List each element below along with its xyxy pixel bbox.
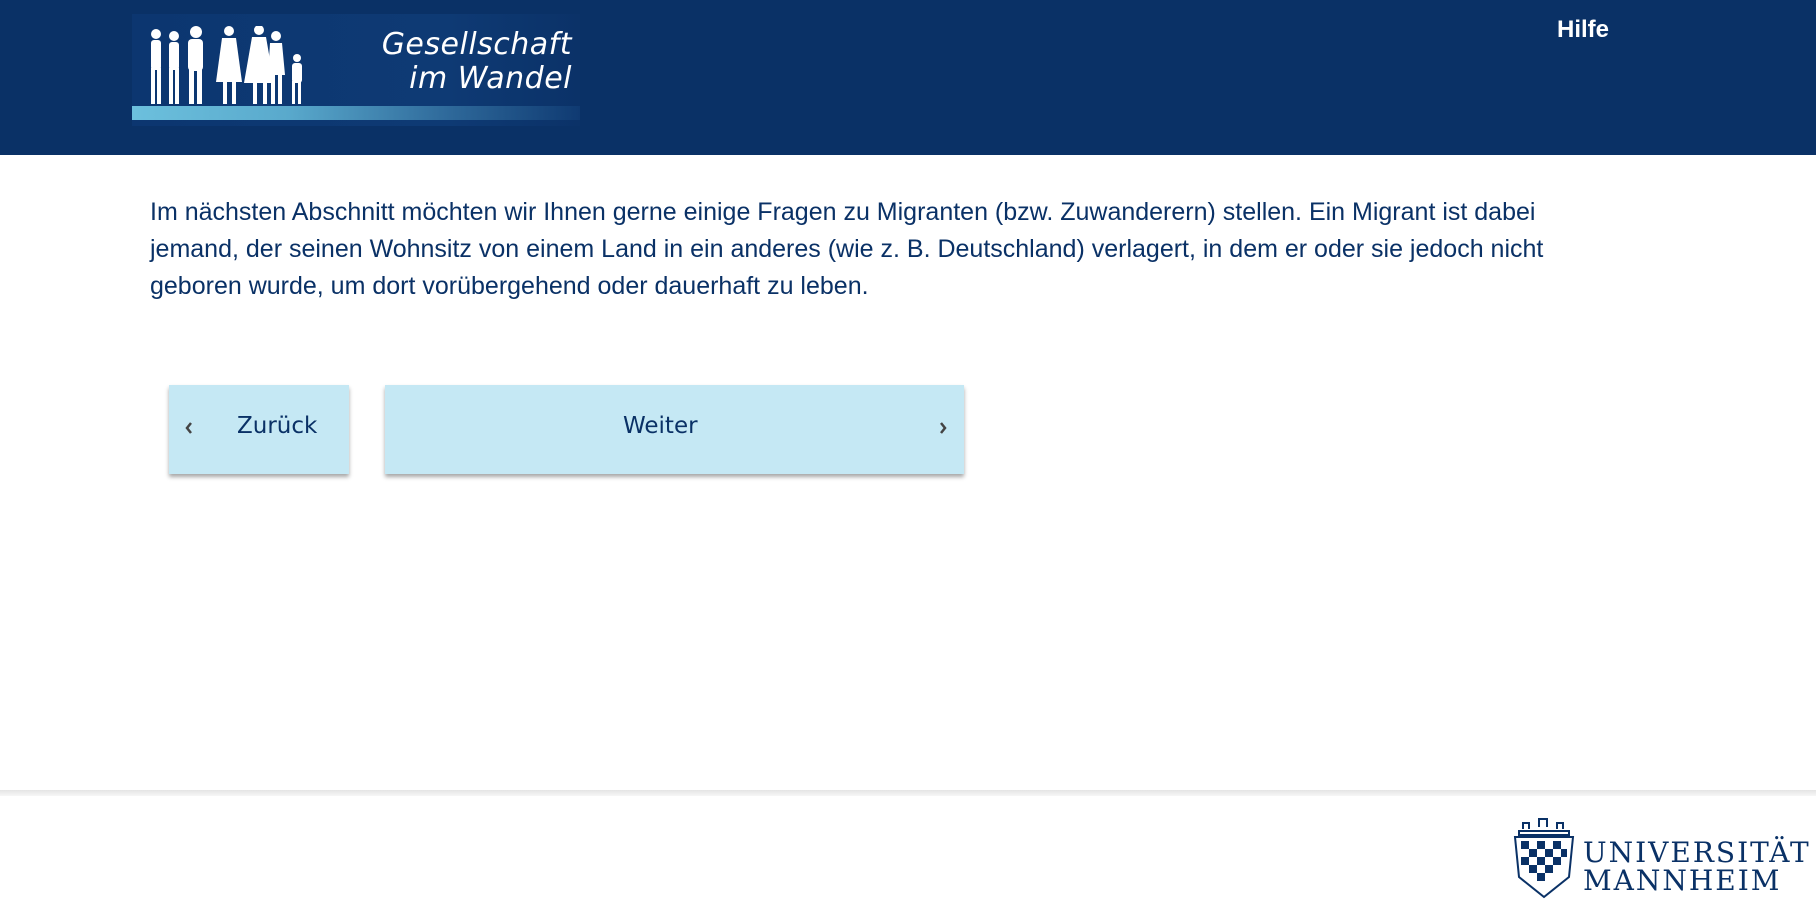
mannheim-crest-icon xyxy=(1513,818,1575,899)
footer-divider xyxy=(0,790,1816,796)
universitaet-mannheim-logo: UNIVERSITÄT MANNHEIM xyxy=(1505,815,1811,903)
back-button-label: Zurück xyxy=(237,413,318,439)
chevron-right-icon xyxy=(940,422,947,434)
logo-title-line1: Gesellschaft xyxy=(381,27,572,62)
university-name: UNIVERSITÄT MANNHEIM xyxy=(1583,839,1811,895)
back-button[interactable]: Zurück xyxy=(169,385,349,474)
next-button-label: Weiter xyxy=(623,413,698,439)
site-header: Gesellschaft im Wandel Hilfe xyxy=(0,0,1816,155)
people-silhouettes-icon xyxy=(151,26,302,104)
university-name-line2: MANNHEIM xyxy=(1583,864,1782,897)
next-button[interactable]: Weiter xyxy=(385,385,964,474)
gesellschaft-im-wandel-logo: Gesellschaft im Wandel xyxy=(132,14,580,126)
university-name-line1: UNIVERSITÄT xyxy=(1583,836,1811,869)
intro-text: Im nächsten Abschnitt möchten wir Ihnen … xyxy=(150,198,1544,300)
logo-gradient-strip xyxy=(132,106,580,120)
chevron-left-icon xyxy=(185,422,192,434)
logo-title-line2: im Wandel xyxy=(409,61,572,96)
logo-title: Gesellschaft im Wandel xyxy=(342,28,572,96)
help-link[interactable]: Hilfe xyxy=(1557,16,1609,44)
